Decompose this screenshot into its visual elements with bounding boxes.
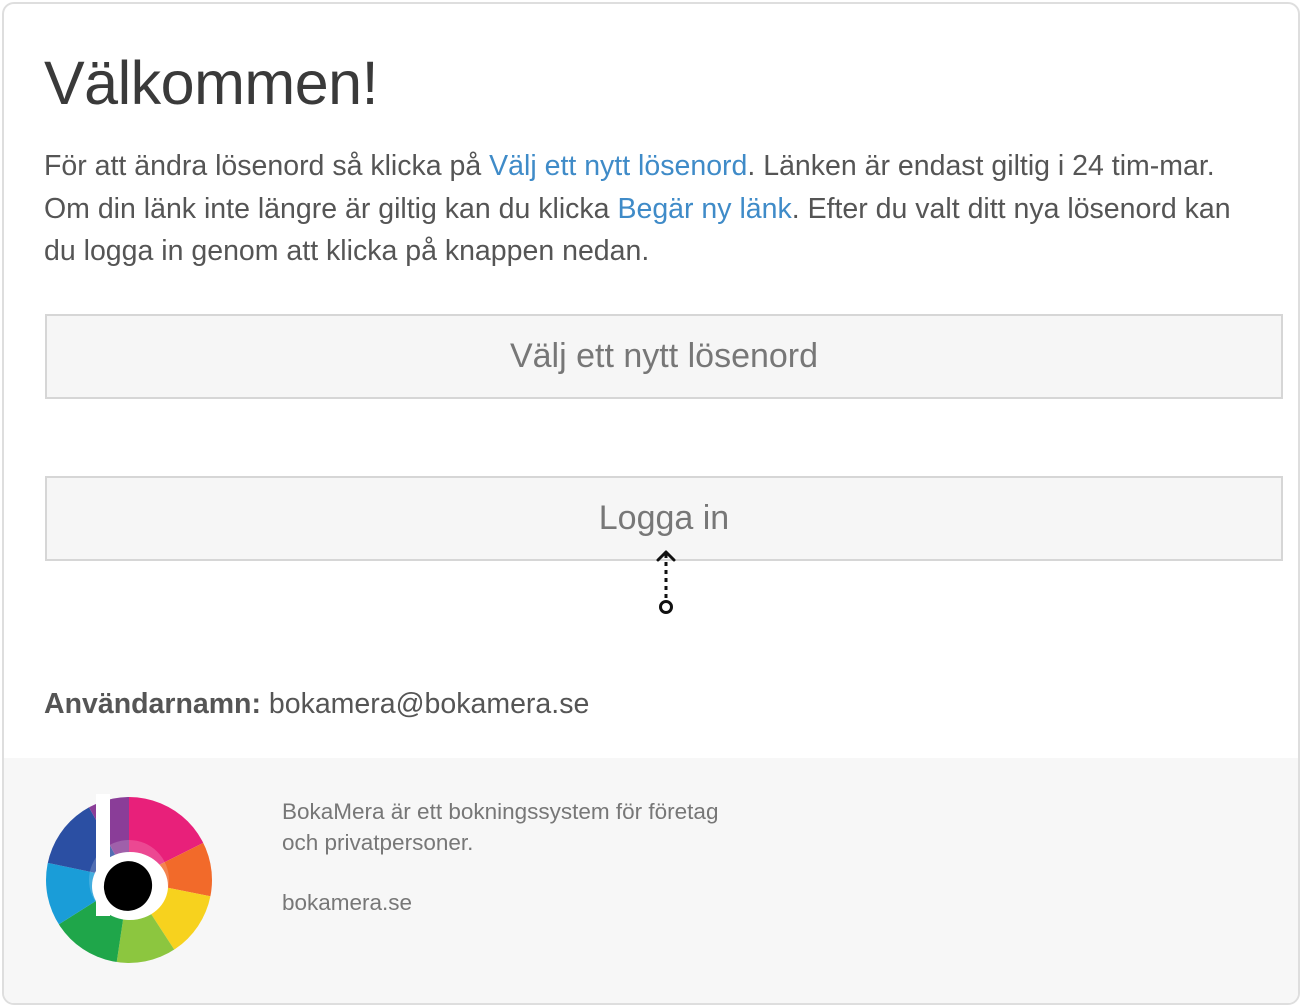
footer-description-line-2: och privatpersoner. bbox=[282, 830, 474, 855]
footer-website-link[interactable]: bokamera.se bbox=[282, 887, 412, 918]
new-password-link[interactable]: Välj ett nytt lösenord bbox=[489, 150, 747, 182]
username-value: bokamera@bokamera.se bbox=[268, 688, 590, 720]
login-button-label: Logga in bbox=[598, 499, 730, 537]
intro-paragraph: För att ändra lösenord så klicka på Välj… bbox=[44, 145, 1268, 273]
email-frame: Välkommen! För att ändra lösenord så kli… bbox=[2, 2, 1300, 1005]
email-body: Välkommen! För att ändra lösenord så kli… bbox=[4, 4, 1298, 758]
footer-description: BokaMera är ett bokningssystem för föret… bbox=[282, 796, 802, 858]
click-indicator-icon bbox=[656, 550, 676, 614]
username-label: Användarnamn: bbox=[44, 688, 261, 720]
intro-text-1: För att ändra lösenord så klicka på bbox=[44, 150, 490, 182]
bokamera-logo-icon bbox=[46, 794, 212, 963]
footer: BokaMera är ett bokningssystem för föret… bbox=[4, 758, 1298, 1003]
new-password-button[interactable]: Välj ett nytt lösenord bbox=[45, 314, 1283, 399]
page-title: Välkommen! bbox=[44, 49, 379, 117]
new-password-button-label: Välj ett nytt lösenord bbox=[509, 337, 819, 375]
request-new-link[interactable]: Begär ny länk bbox=[617, 193, 791, 225]
username-line: Användarnamn: bokamera@bokamera.se bbox=[44, 684, 589, 724]
footer-description-line-1: BokaMera är ett bokningssystem för föret… bbox=[282, 799, 719, 824]
